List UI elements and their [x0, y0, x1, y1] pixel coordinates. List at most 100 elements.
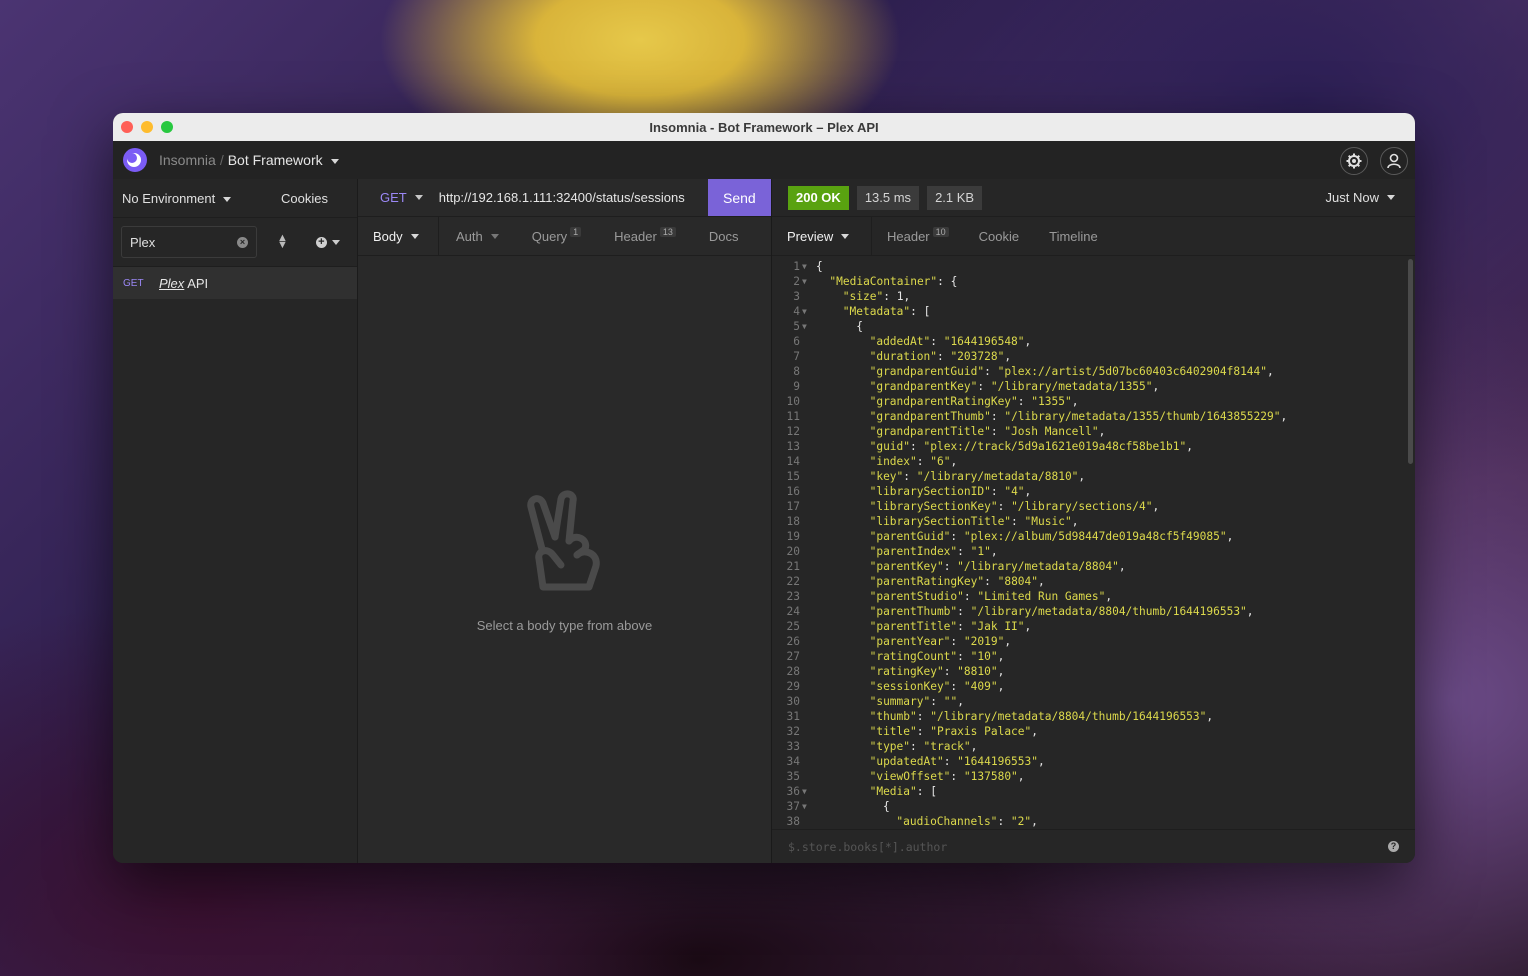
code-text: "updatedAt": "1644196553",	[816, 754, 1045, 769]
send-button[interactable]: Send	[707, 179, 771, 216]
json-value: "/library/metadata/8804"	[957, 560, 1119, 573]
fold-arrow-icon[interactable]: ▼	[802, 784, 812, 799]
request-name-highlight: Plex	[159, 275, 185, 291]
close-window-button[interactable]	[121, 121, 133, 133]
json-punctuation: ,	[1186, 440, 1193, 453]
code-line: 19 "parentGuid": "plex://album/5d98447de0…	[772, 529, 1407, 544]
line-number: 34	[786, 755, 800, 768]
response-body-viewer[interactable]: 1 ▼{2 ▼ "MediaContainer": {3 "size": 1, 4 ▼ "Me…	[772, 255, 1407, 830]
cookies-button[interactable]: Cookies	[281, 191, 328, 206]
fold-arrow-icon[interactable]: ▼	[802, 319, 812, 334]
method-dropdown[interactable]: GET	[380, 190, 423, 205]
chevron-down-icon	[1387, 195, 1395, 200]
json-colon: :	[950, 635, 964, 648]
line-number: 1	[793, 260, 800, 273]
json-colon: :	[916, 725, 931, 738]
json-key: "updatedAt"	[869, 755, 944, 768]
code-text: "parentTitle": "Jak II",	[816, 619, 1032, 634]
clear-filter-icon[interactable]: ×	[237, 236, 248, 248]
fold-arrow-icon[interactable]: ▼	[802, 304, 812, 319]
line-number: 23	[786, 590, 800, 603]
json-punctuation: ,	[1071, 395, 1079, 408]
json-key: "sessionKey"	[869, 680, 951, 693]
sort-button[interactable]: ▲ ▼	[277, 233, 288, 251]
json-key: "librarySectionKey"	[869, 500, 998, 513]
tab-preview[interactable]: Preview	[772, 217, 872, 255]
tab-docs[interactable]: Docs	[691, 217, 754, 255]
json-colon: :	[950, 530, 964, 543]
json-punctuation: ,	[1031, 815, 1038, 828]
json-colon: :	[990, 485, 1005, 498]
code-text: {	[816, 259, 823, 274]
tab-timeline[interactable]: Timeline	[1034, 217, 1113, 255]
line-number: 3	[793, 290, 800, 303]
chevron-down-icon	[331, 239, 340, 245]
environment-dropdown[interactable]: No Environment	[113, 191, 272, 206]
code-line: 13 "guid": "plex://track/5d9a1621e019a48c…	[772, 439, 1407, 454]
window-title: Insomnia - Bot Framework – Plex API	[649, 119, 879, 135]
fold-gutter	[802, 649, 812, 664]
tab-response-header[interactable]: Header 10	[872, 217, 964, 255]
fold-gutter	[802, 754, 812, 769]
line-number: 12	[786, 425, 800, 438]
line-number: 8	[793, 365, 800, 378]
json-punctuation: ,	[1152, 500, 1160, 513]
zoom-window-button[interactable]	[161, 121, 173, 133]
tab-query[interactable]: Query 1	[514, 217, 596, 255]
help-icon[interactable]: ?	[1388, 841, 1399, 852]
json-colon: :	[957, 650, 971, 663]
response-scrollbar[interactable]	[1408, 259, 1413, 464]
tab-cookie[interactable]: Cookie	[964, 217, 1034, 255]
settings-button[interactable]	[1340, 147, 1368, 175]
json-key: "viewOffset"	[869, 770, 951, 783]
code-text: "Media": [	[816, 784, 937, 799]
json-key: "Metadata"	[842, 305, 911, 318]
tab-auth[interactable]: Auth	[439, 217, 514, 255]
json-colon: :	[990, 410, 1005, 423]
code-text: "parentYear": "2019",	[816, 634, 1011, 649]
response-pane: 200 OK 13.5 ms 2.1 KB Just Now Preview H…	[772, 179, 1415, 863]
line-number: 5	[793, 320, 800, 333]
fold-gutter	[802, 709, 812, 724]
sidebar-request-item[interactable]: GET Plex API	[113, 267, 357, 299]
sidebar-toolbar: No Environment Cookies	[113, 179, 357, 218]
tab-body[interactable]: Body	[358, 217, 439, 255]
json-colon: :	[950, 680, 964, 693]
json-colon: :	[916, 710, 931, 723]
response-history-dropdown[interactable]: Just Now	[1326, 190, 1395, 205]
code-text: "grandparentRatingKey": "1355",	[816, 394, 1079, 409]
tab-header[interactable]: Header 13	[596, 217, 691, 255]
line-number: 35	[786, 770, 800, 783]
create-request-button[interactable]: +	[315, 236, 340, 248]
response-filter-input[interactable]: $.store.books[*].author	[788, 840, 947, 854]
code-text: "parentStudio": "Limited Run Games",	[816, 589, 1113, 604]
json-colon: :	[943, 665, 958, 678]
url-input[interactable]: http://192.168.1.111:32400/status/sessio…	[439, 190, 708, 205]
json-key: "grandparentRatingKey"	[869, 395, 1018, 408]
fold-gutter	[802, 814, 812, 829]
fold-arrow-icon[interactable]: ▼	[802, 259, 812, 274]
json-value: "8804"	[997, 575, 1039, 588]
code-text: "ratingCount": "10",	[816, 649, 1005, 664]
breadcrumb[interactable]: Insomnia / Bot Framework	[159, 152, 339, 168]
line-number: 19	[786, 530, 800, 543]
tab-label: Preview	[787, 228, 834, 244]
fold-gutter	[802, 379, 812, 394]
fold-arrow-icon[interactable]: ▼	[802, 799, 812, 814]
minimize-window-button[interactable]	[141, 121, 153, 133]
sidebar-filter-input[interactable]: Plex ×	[121, 226, 257, 258]
json-key: "librarySectionTitle"	[869, 515, 1012, 528]
code-text: "grandparentThumb": "/library/metadata/1…	[816, 409, 1288, 424]
fold-arrow-icon[interactable]: ▼	[802, 274, 812, 289]
breadcrumb-workspace[interactable]: Bot Framework	[228, 152, 323, 168]
request-name: Plex API	[159, 276, 208, 291]
json-punctuation: ,	[1098, 425, 1106, 438]
json-punctuation: ,	[1031, 725, 1039, 738]
json-value: "Josh Mancell"	[1004, 425, 1099, 438]
code-text: "grandparentTitle": "Josh Mancell",	[816, 424, 1106, 439]
json-key: "duration"	[869, 350, 937, 363]
tab-label: Header	[887, 228, 930, 244]
account-button[interactable]	[1380, 147, 1408, 175]
code-line: 27 "ratingCount": "10",	[772, 649, 1407, 664]
insomnia-logo-icon[interactable]	[123, 148, 147, 172]
